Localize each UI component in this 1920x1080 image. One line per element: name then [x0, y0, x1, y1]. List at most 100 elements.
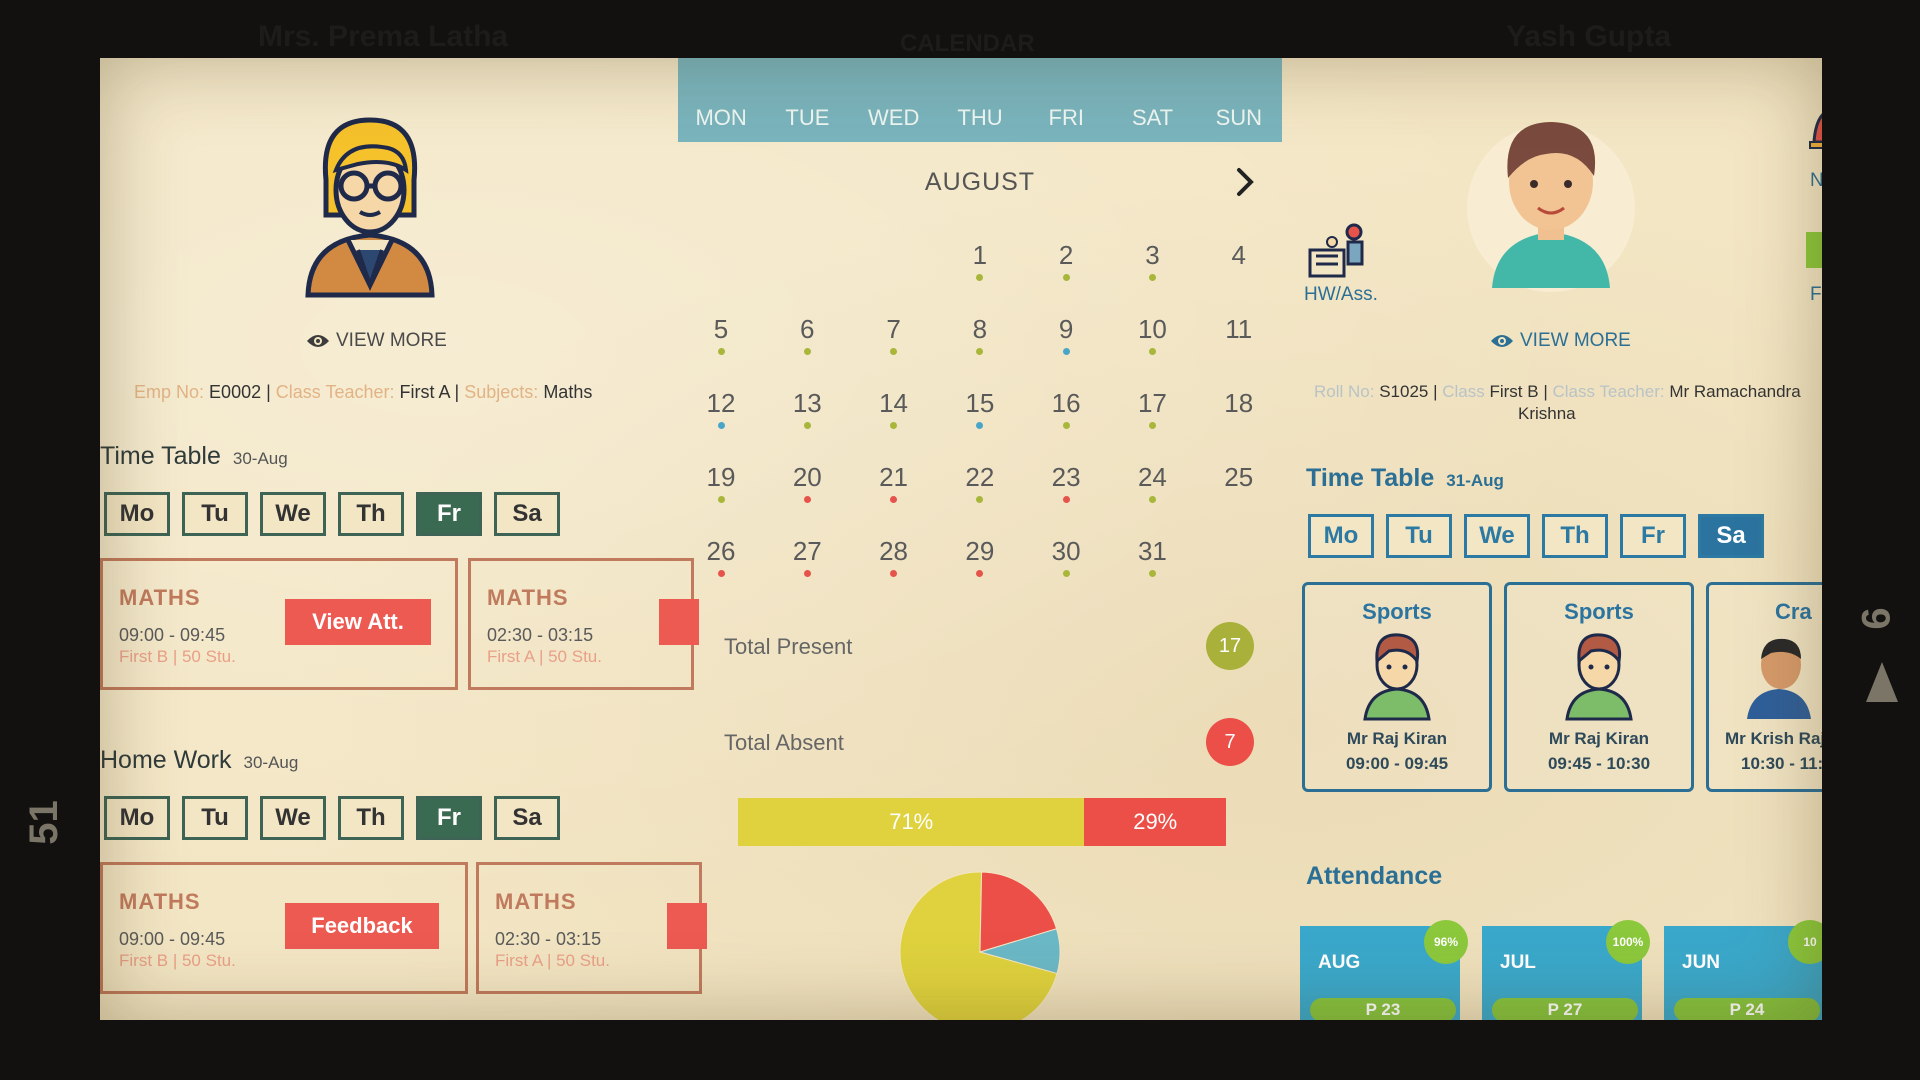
student-timetable-card[interactable]: Sports Mr Raj Kiran 09:00 - 09:45	[1302, 582, 1492, 792]
student-avatar[interactable]	[1466, 108, 1636, 303]
calendar-day[interactable]: 15	[937, 386, 1023, 446]
calendar-day[interactable]: 7	[851, 312, 937, 372]
timetable-date: 31-Aug	[1446, 471, 1504, 490]
calendar-header: MON TUE WED THU FRI SAT SUN	[678, 58, 1282, 142]
calendar-day[interactable]: 26	[678, 534, 764, 594]
calendar-day[interactable]: 2	[1023, 238, 1109, 298]
student-timetable-day-tabs: Mo Tu We Th Fr Sa	[1308, 514, 1776, 558]
calendar-day[interactable]: 25	[1196, 460, 1282, 520]
calendar-day[interactable]: 22	[937, 460, 1023, 520]
student-timetable-card[interactable]: Sports Mr Raj Kiran 09:45 - 10:30	[1504, 582, 1694, 792]
calendar-day-number: 6	[800, 314, 815, 344]
tab-th[interactable]: Th	[338, 492, 404, 536]
tab-tu[interactable]: Tu	[182, 492, 248, 536]
calendar-day[interactable]: 30	[1023, 534, 1109, 594]
student-timetable-title: Time Table 31-Aug	[1306, 464, 1504, 493]
calendar-day[interactable]: 5	[678, 312, 764, 372]
calendar-day[interactable]: 6	[764, 312, 850, 372]
calendar-day-number: 20	[792, 462, 822, 492]
timetable-title-text: Time Table	[100, 442, 221, 470]
calendar-day[interactable]: 14	[851, 386, 937, 446]
fees-shortcut[interactable]	[1806, 228, 1822, 277]
calendar-day[interactable]: 16	[1023, 386, 1109, 446]
feedback-button[interactable]: Feedback	[285, 903, 439, 949]
attendance-status-dot	[976, 496, 984, 503]
calendar-day[interactable]: 31	[1109, 534, 1195, 594]
student-timetable-card[interactable]: Cra Mr Krish Rajendr 10:30 - 11:15	[1706, 582, 1822, 792]
homework-card[interactable]: MATHS 02:30 - 03:15 First A | 50 Stu.	[476, 862, 707, 994]
view-more-label: VIEW MORE	[336, 330, 447, 351]
weekday-sat: SAT	[1131, 105, 1174, 130]
calendar-day[interactable]: 3	[1109, 238, 1195, 298]
calendar-day-number: 26	[706, 536, 736, 566]
calendar-day[interactable]: 19	[678, 460, 764, 520]
view-attendance-button[interactable]: View Att.	[285, 599, 431, 645]
calendar-day[interactable]: 23	[1023, 460, 1109, 520]
chevron-right-icon[interactable]	[1230, 164, 1260, 200]
calendar-day[interactable]: 10	[1109, 312, 1195, 372]
calendar-day[interactable]: 1	[937, 238, 1023, 298]
calendar-day-number: 17	[1137, 388, 1167, 418]
attendance-month-card[interactable]: AUG 96% P 23	[1300, 920, 1468, 1020]
student-class-teacher-line2: Krishna	[1518, 404, 1576, 423]
homework-assignment-shortcut[interactable]	[1306, 220, 1368, 287]
class-teacher-value: First A |	[399, 382, 460, 402]
tab-mo[interactable]: Mo	[104, 492, 170, 536]
calendar-day[interactable]: 18	[1196, 386, 1282, 446]
calendar-day[interactable]: 27	[764, 534, 850, 594]
student-view-more-link[interactable]: VIEW MORE	[1490, 330, 1631, 352]
calendar-day-number: 4	[1231, 240, 1246, 270]
tab-mo[interactable]: Mo	[1308, 514, 1374, 558]
attendance-month-card[interactable]: JUL 100% P 27	[1482, 920, 1650, 1020]
notification-shortcut[interactable]	[1806, 102, 1822, 163]
attendance-percent-badge: 96%	[1424, 920, 1468, 964]
tab-sa[interactable]: Sa	[1698, 514, 1764, 558]
teacher-timetable-title: Time Table 30-Aug	[100, 442, 288, 471]
teacher-avatar-icon	[1747, 638, 1811, 719]
tab-sa[interactable]: Sa	[494, 492, 560, 536]
calendar-day[interactable]: 24	[1109, 460, 1195, 520]
card-teacher: Mr Raj Kiran	[1346, 729, 1448, 748]
tab-we[interactable]: We	[260, 796, 326, 840]
tab-th[interactable]: Th	[1542, 514, 1608, 558]
eye-icon	[307, 334, 329, 347]
fees-label: Fees	[1810, 284, 1822, 305]
calendar-day[interactable]: 29	[937, 534, 1023, 594]
teacher-avatar[interactable]	[298, 110, 442, 305]
timetable-card[interactable]: MATHS 02:30 - 03:15 First A | 50 Stu.	[468, 558, 699, 690]
calendar-day[interactable]: 28	[851, 534, 937, 594]
tab-tu[interactable]: Tu	[1386, 514, 1452, 558]
calendar-day[interactable]: 8	[937, 312, 1023, 372]
teacher-view-more-link[interactable]: VIEW MORE	[306, 330, 447, 352]
tab-fr[interactable]: Fr	[416, 492, 482, 536]
tab-tu[interactable]: Tu	[182, 796, 248, 840]
attendance-month-card[interactable]: JUN 10 P 24	[1664, 920, 1822, 1020]
tab-we[interactable]: We	[260, 492, 326, 536]
tab-sa[interactable]: Sa	[494, 796, 560, 840]
tab-mo[interactable]: Mo	[104, 796, 170, 840]
calendar-day[interactable]: 9	[1023, 312, 1109, 372]
tab-th[interactable]: Th	[338, 796, 404, 840]
calendar-day-number: 9	[1058, 314, 1074, 344]
homework-card[interactable]: MATHS 09:00 - 09:45 First B | 50 Stu. Fe…	[100, 862, 468, 994]
attendance-status-dot	[890, 348, 898, 355]
attendance-status-dot	[1062, 422, 1070, 429]
calendar-day-number: 29	[965, 536, 995, 566]
timetable-card[interactable]: MATHS 09:00 - 09:45 First B | 50 Stu. Vi…	[100, 558, 458, 690]
calendar-day[interactable]: 21	[851, 460, 937, 520]
tab-fr[interactable]: Fr	[416, 796, 482, 840]
attendance-status-dot	[976, 422, 984, 429]
calendar-day[interactable]: 17	[1109, 386, 1195, 446]
calendar-day[interactable]: 20	[764, 460, 850, 520]
tab-we[interactable]: We	[1464, 514, 1530, 558]
calendar-day[interactable]: 4	[1196, 238, 1282, 298]
attendance-status-dot	[803, 496, 811, 503]
card-subject: MATHS	[487, 585, 569, 610]
total-absent-label: Total Absent	[724, 730, 844, 755]
attendance-status-dot	[976, 348, 984, 355]
calendar-day[interactable]: 11	[1196, 312, 1282, 372]
tab-fr[interactable]: Fr	[1620, 514, 1686, 558]
calendar-day[interactable]: 12	[678, 386, 764, 446]
calendar-day-number: 10	[1137, 314, 1167, 344]
calendar-day[interactable]: 13	[764, 386, 850, 446]
